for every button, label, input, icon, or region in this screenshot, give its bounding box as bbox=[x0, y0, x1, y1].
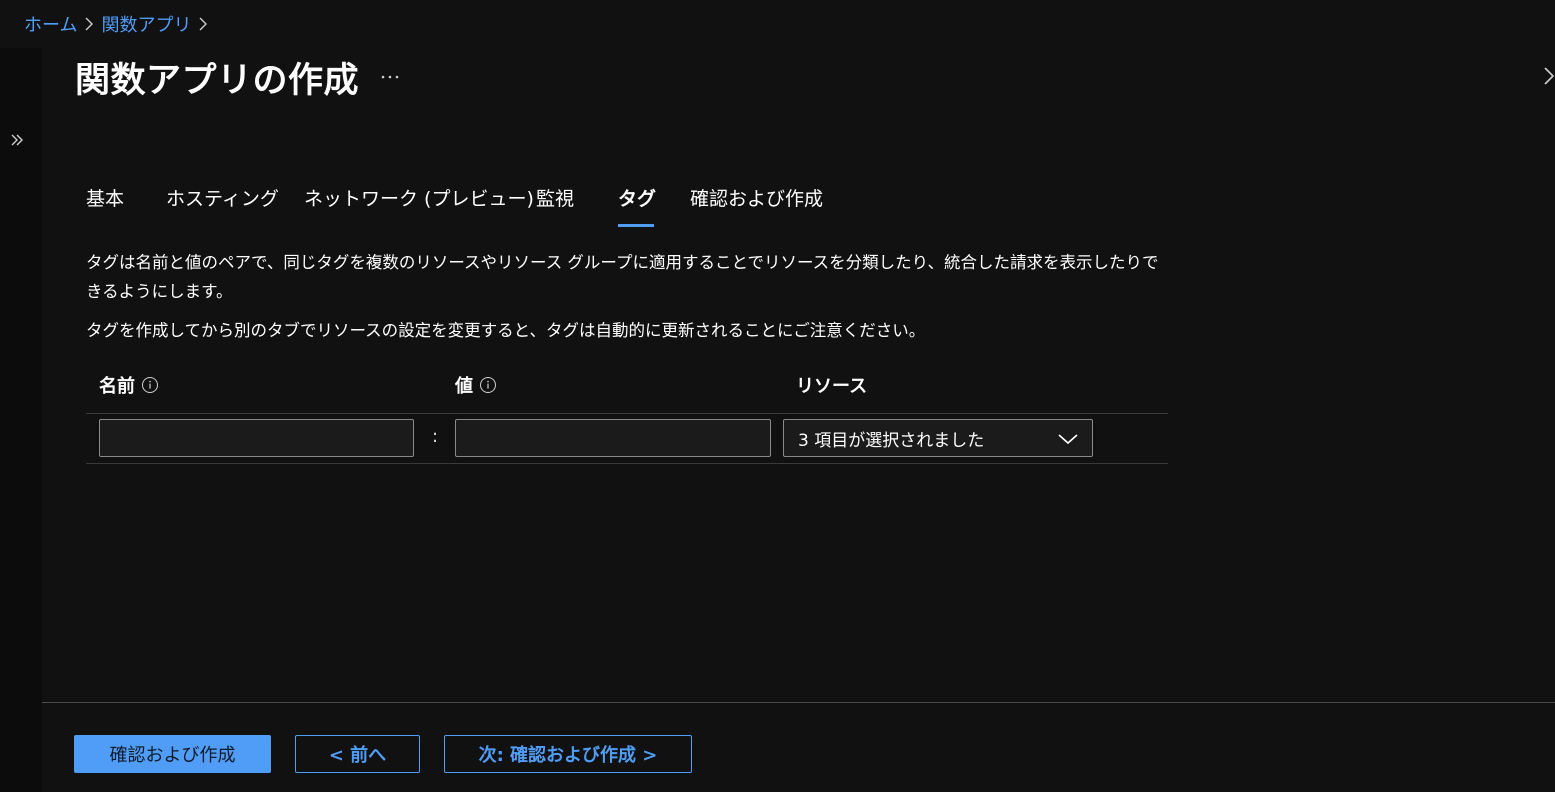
tab-monitoring[interactable]: 監視 bbox=[536, 184, 618, 228]
chevron-down-icon bbox=[1056, 429, 1080, 449]
review-create-button[interactable]: 確認および作成 bbox=[74, 735, 271, 773]
next-review-create-button[interactable]: 次: 確認および作成 > bbox=[444, 735, 692, 773]
chevron-right-icon[interactable] bbox=[1541, 64, 1555, 88]
tags-note: タグを作成してから別のタブでリソースの設定を変更すると、タグは自動的に更新される… bbox=[86, 321, 926, 340]
tags-description: タグは名前と値のペアで、同じタグを複数のリソースやリソース グループに適用するこ… bbox=[86, 248, 1176, 306]
previous-button[interactable]: < 前へ bbox=[295, 735, 420, 773]
column-header-resource-label: リソース bbox=[796, 376, 868, 397]
column-header-name-label: 名前 bbox=[99, 376, 135, 397]
expand-sidebar-icon[interactable] bbox=[6, 128, 30, 152]
table-divider-top bbox=[86, 413, 1168, 414]
breadcrumb: ホーム 関数アプリ bbox=[24, 11, 209, 37]
column-header-value: 値 bbox=[455, 372, 497, 398]
info-icon[interactable] bbox=[479, 376, 497, 394]
column-header-name: 名前 bbox=[99, 372, 159, 398]
chevron-right-icon bbox=[197, 16, 209, 32]
tab-tags[interactable]: タグ bbox=[618, 184, 656, 228]
tab-basics[interactable]: 基本 bbox=[86, 184, 166, 228]
page-title: 関数アプリの作成 bbox=[75, 61, 360, 101]
table-divider-bottom bbox=[86, 463, 1168, 464]
column-header-value-label: 値 bbox=[455, 376, 473, 397]
description-line-1: タグは名前と値のペアで、同じタグを複数のリソースやリソース グループに適用するこ… bbox=[86, 253, 1159, 272]
info-icon[interactable] bbox=[141, 376, 159, 394]
description-line-2: きるようにします。 bbox=[86, 282, 233, 301]
tab-review-create[interactable]: 確認および作成 bbox=[690, 184, 840, 228]
footer-divider bbox=[42, 702, 1555, 703]
more-options-icon[interactable] bbox=[376, 64, 404, 88]
chevron-right-icon bbox=[83, 16, 95, 32]
breadcrumb-home[interactable]: ホーム bbox=[24, 11, 77, 37]
tag-value-input[interactable] bbox=[455, 419, 771, 457]
tab-hosting[interactable]: ホスティング bbox=[166, 184, 304, 228]
left-rail bbox=[0, 48, 42, 792]
tab-bar: 基本 ホスティング ネットワーク (プレビュー) 監視 タグ 確認および作成 bbox=[86, 184, 840, 228]
column-header-resource: リソース bbox=[796, 372, 867, 398]
resource-dropdown[interactable]: 3 項目が選択されました bbox=[783, 419, 1093, 457]
name-value-separator: : bbox=[432, 426, 439, 447]
tag-name-input[interactable] bbox=[99, 419, 414, 457]
resource-dropdown-value: 3 項目が選択されました bbox=[798, 430, 985, 451]
breadcrumb-function-app[interactable]: 関数アプリ bbox=[101, 11, 191, 37]
tab-networking[interactable]: ネットワーク (プレビュー) bbox=[304, 184, 536, 228]
